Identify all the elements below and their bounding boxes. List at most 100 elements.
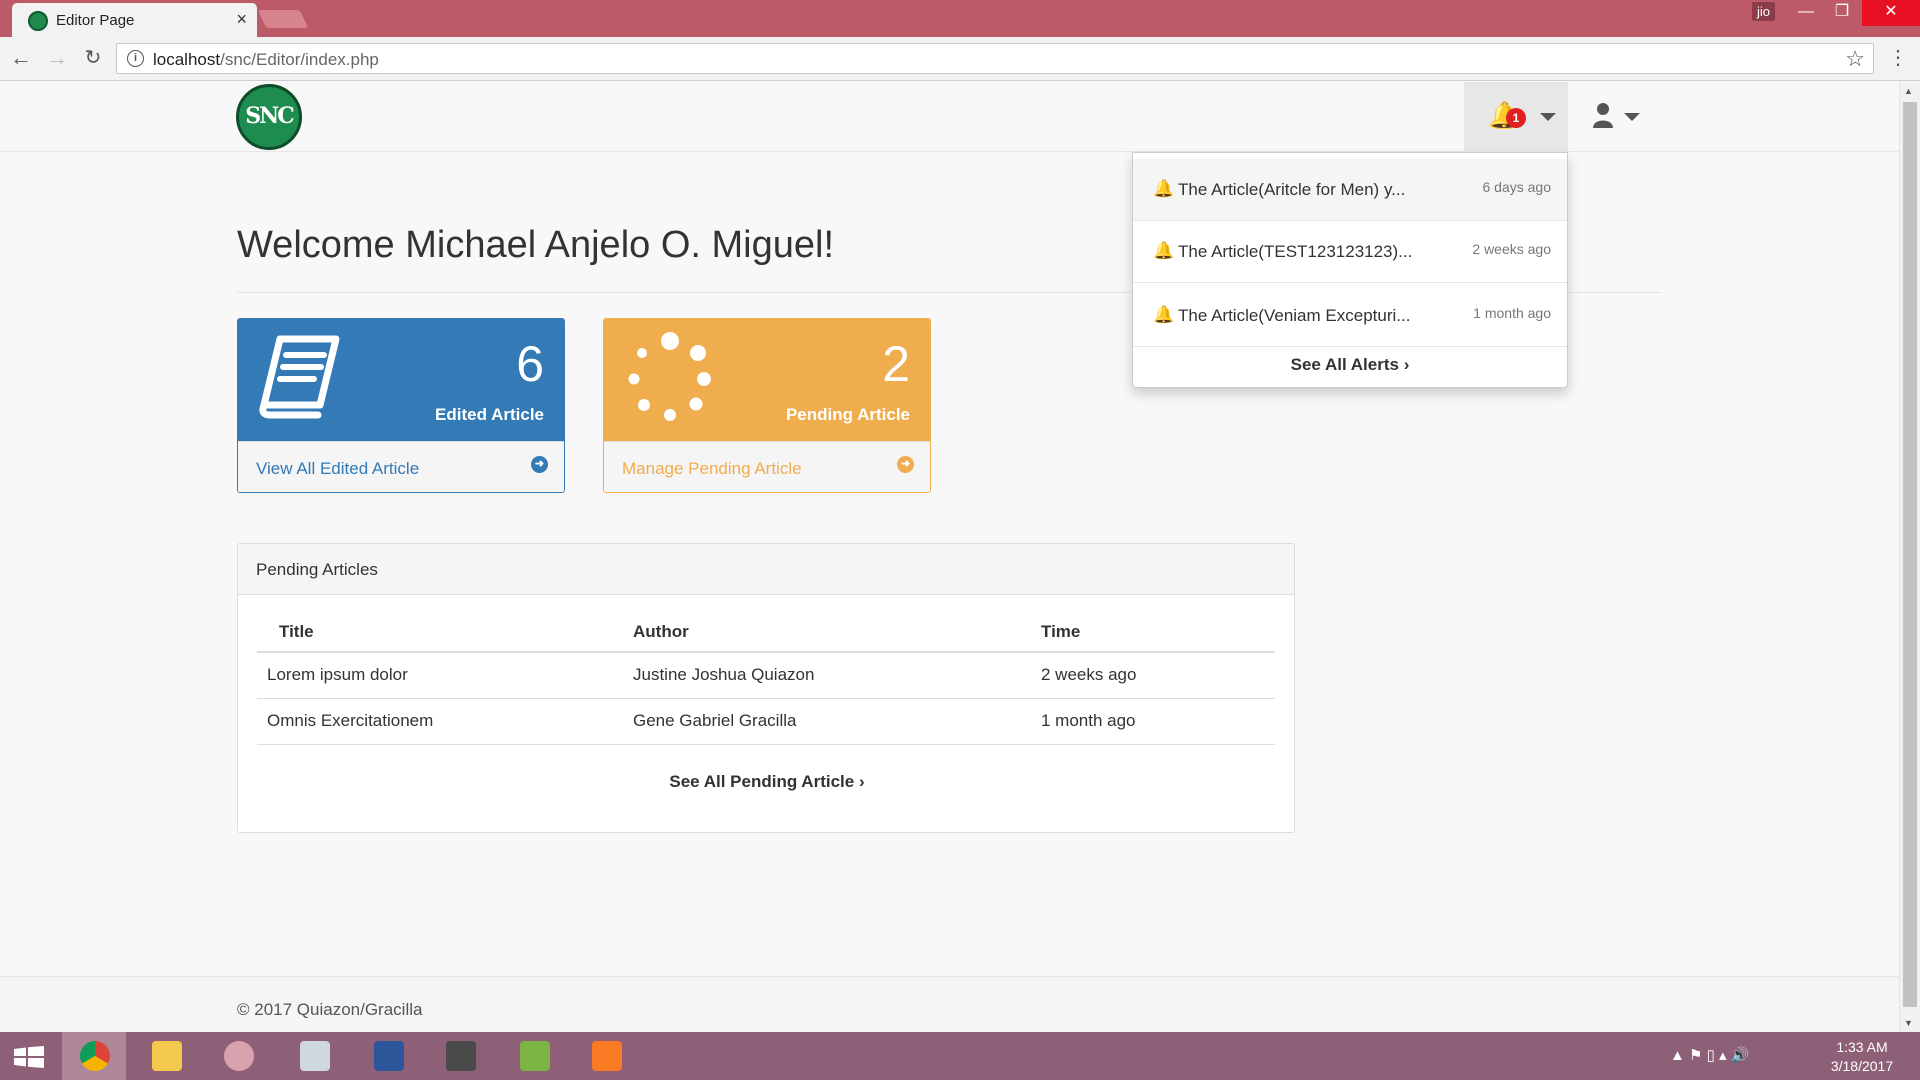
taskbar-snipping-tool[interactable] bbox=[206, 1032, 270, 1080]
folder-icon bbox=[152, 1041, 182, 1071]
notifications-toggle[interactable]: 🔔 1 bbox=[1464, 82, 1568, 152]
scissors-icon bbox=[224, 1041, 254, 1071]
pending-count: 2 bbox=[882, 336, 910, 392]
browser-toolbar: ← → ↻ i localhost/snc/Editor/index.php ☆… bbox=[0, 37, 1920, 81]
scroll-thumb[interactable] bbox=[1903, 102, 1917, 1007]
clock-time: 1:33 AM bbox=[1836, 1039, 1888, 1055]
manage-pending-link[interactable]: Manage Pending Article bbox=[622, 459, 802, 479]
site-favicon-icon bbox=[28, 11, 48, 31]
clock-date: 3/18/2017 bbox=[1830, 1058, 1894, 1074]
back-arrow-icon[interactable]: ← bbox=[8, 45, 34, 71]
window-user-badge[interactable]: jio bbox=[1752, 2, 1776, 21]
forward-arrow-icon[interactable]: → bbox=[44, 45, 70, 71]
pending-label: Pending Article bbox=[785, 405, 910, 424]
cell-author: Gene Gabriel Gracilla bbox=[633, 698, 1041, 745]
close-window-icon[interactable]: ✕ bbox=[1862, 0, 1920, 26]
column-header-title: Title bbox=[257, 612, 633, 653]
card-header: 2 Pending Article bbox=[604, 319, 930, 441]
alert-item[interactable]: 🔔 The Article(TEST123123123)... 2 weeks … bbox=[1133, 221, 1567, 283]
calculator-icon bbox=[300, 1041, 330, 1071]
taskbar-xampp[interactable] bbox=[574, 1032, 638, 1080]
taskbar-clock[interactable]: 1:33 AM 3/18/2017 bbox=[1822, 1038, 1902, 1076]
xampp-icon bbox=[592, 1041, 622, 1071]
view-edited-link[interactable]: View All Edited Article bbox=[256, 459, 419, 479]
copyright-text: © 2017 Quiazon/Gracilla bbox=[237, 1000, 423, 1019]
start-button[interactable] bbox=[0, 1032, 64, 1080]
reload-icon[interactable]: ↻ bbox=[80, 45, 106, 71]
edited-count: 6 bbox=[516, 336, 544, 392]
chrome-icon bbox=[80, 1041, 110, 1071]
scroll-down-icon[interactable]: ▼ bbox=[1904, 1018, 1913, 1028]
sublime-text-icon bbox=[446, 1041, 476, 1071]
alert-item[interactable]: 🔔 The Article(Aritcle for Men) y... 6 da… bbox=[1133, 159, 1567, 221]
cell-author: Justine Joshua Quiazon bbox=[633, 652, 1041, 699]
browser-menu-icon[interactable]: ⋮ bbox=[1888, 45, 1908, 70]
card-footer[interactable]: View All Edited Article ➜ bbox=[238, 441, 564, 492]
table-row[interactable]: Lorem ipsum dolor Justine Joshua Quiazon… bbox=[257, 652, 1275, 699]
column-header-author: Author bbox=[633, 612, 1041, 653]
app-navbar: SNC 🔔 1 bbox=[0, 82, 1899, 152]
site-logo[interactable]: SNC bbox=[236, 84, 302, 150]
chevron-down-icon bbox=[1624, 113, 1640, 121]
edited-label: Edited Article bbox=[435, 405, 544, 424]
book-icon bbox=[259, 335, 340, 419]
bell-icon: 🔔 bbox=[1153, 179, 1175, 198]
cell-time: 1 month ago bbox=[1041, 698, 1275, 745]
card-header: 6 Edited Article bbox=[238, 319, 564, 441]
cell-time: 2 weeks ago bbox=[1041, 652, 1275, 699]
user-menu-toggle[interactable] bbox=[1588, 82, 1658, 152]
info-icon[interactable]: i bbox=[127, 50, 144, 67]
system-tray-icons[interactable]: ▲ ⚑ ▯ ▴ 🔊 bbox=[1670, 1046, 1749, 1064]
url-host: localhost bbox=[153, 50, 221, 69]
bookmark-star-icon[interactable]: ☆ bbox=[1845, 46, 1865, 72]
table-row[interactable]: Omnis Exercitationem Gene Gabriel Gracil… bbox=[257, 698, 1275, 745]
windows-logo-icon bbox=[14, 1046, 44, 1068]
edited-article-card: 6 Edited Article View All Edited Article… bbox=[237, 318, 565, 493]
scroll-up-icon[interactable]: ▲ bbox=[1904, 86, 1913, 96]
see-all-alerts-link[interactable]: See All Alerts › bbox=[1133, 355, 1567, 375]
alert-text: The Article(Aritcle for Men) y... bbox=[1178, 180, 1406, 199]
word-icon bbox=[374, 1041, 404, 1071]
taskbar-calculator[interactable] bbox=[282, 1032, 346, 1080]
card-footer[interactable]: Manage Pending Article ➜ bbox=[604, 441, 930, 492]
table-header-row: Title Author Time bbox=[257, 612, 1275, 653]
alert-time: 2 weeks ago bbox=[1472, 241, 1551, 257]
maximize-icon[interactable]: ❐ bbox=[1820, 0, 1864, 26]
spinner-icon bbox=[628, 332, 711, 421]
see-all-pending-link[interactable]: See All Pending Article › bbox=[238, 772, 1296, 792]
close-tab-icon[interactable]: × bbox=[236, 9, 247, 30]
tab-title: Editor Page bbox=[56, 12, 135, 29]
taskbar-sublime[interactable] bbox=[428, 1032, 492, 1080]
url-path: /snc/Editor/index.php bbox=[220, 50, 379, 69]
notepad-icon bbox=[520, 1041, 550, 1071]
browser-tab[interactable]: Editor Page × bbox=[12, 3, 257, 37]
address-bar[interactable]: i localhost/snc/Editor/index.php ☆ bbox=[116, 43, 1874, 74]
taskbar-word[interactable] bbox=[356, 1032, 420, 1080]
bell-icon: 🔔 bbox=[1153, 305, 1175, 324]
notification-badge: 1 bbox=[1506, 108, 1526, 128]
alert-time: 1 month ago bbox=[1473, 305, 1551, 321]
bell-icon: 🔔 bbox=[1153, 241, 1175, 260]
cell-title: Lorem ipsum dolor bbox=[257, 652, 633, 699]
user-icon bbox=[1593, 103, 1613, 128]
browser-titlebar: Editor Page × jio — ❐ ✕ bbox=[0, 0, 1920, 37]
alert-text: The Article(TEST123123123)... bbox=[1178, 242, 1413, 261]
page-scrollbar[interactable]: ▲ ▼ bbox=[1899, 82, 1920, 1032]
chevron-down-icon bbox=[1540, 113, 1556, 121]
windows-taskbar: ▲ ⚑ ▯ ▴ 🔊 1:33 AM 3/18/2017 bbox=[0, 1032, 1920, 1080]
page-footer: © 2017 Quiazon/Gracilla bbox=[0, 976, 1899, 1032]
taskbar-chrome[interactable] bbox=[62, 1032, 126, 1080]
arrow-circle-right-icon[interactable]: ➜ bbox=[897, 456, 914, 473]
alerts-dropdown: 🔔 The Article(Aritcle for Men) y... 6 da… bbox=[1132, 152, 1568, 388]
alert-text: The Article(Veniam Excepturi... bbox=[1178, 306, 1411, 325]
pending-article-card: 2 Pending Article Manage Pending Article… bbox=[603, 318, 931, 493]
column-header-time: Time bbox=[1041, 612, 1275, 653]
url-text[interactable]: localhost/snc/Editor/index.php bbox=[153, 50, 379, 70]
taskbar-notepad[interactable] bbox=[502, 1032, 566, 1080]
panel-heading: Pending Articles bbox=[238, 544, 1294, 595]
alert-item[interactable]: 🔔 The Article(Veniam Excepturi... 1 mont… bbox=[1133, 285, 1567, 347]
new-tab-button[interactable] bbox=[257, 10, 309, 28]
pending-articles-panel: Pending Articles Title Author Time Lorem… bbox=[237, 543, 1295, 833]
arrow-circle-right-icon[interactable]: ➜ bbox=[531, 456, 548, 473]
taskbar-file-explorer[interactable] bbox=[134, 1032, 198, 1080]
